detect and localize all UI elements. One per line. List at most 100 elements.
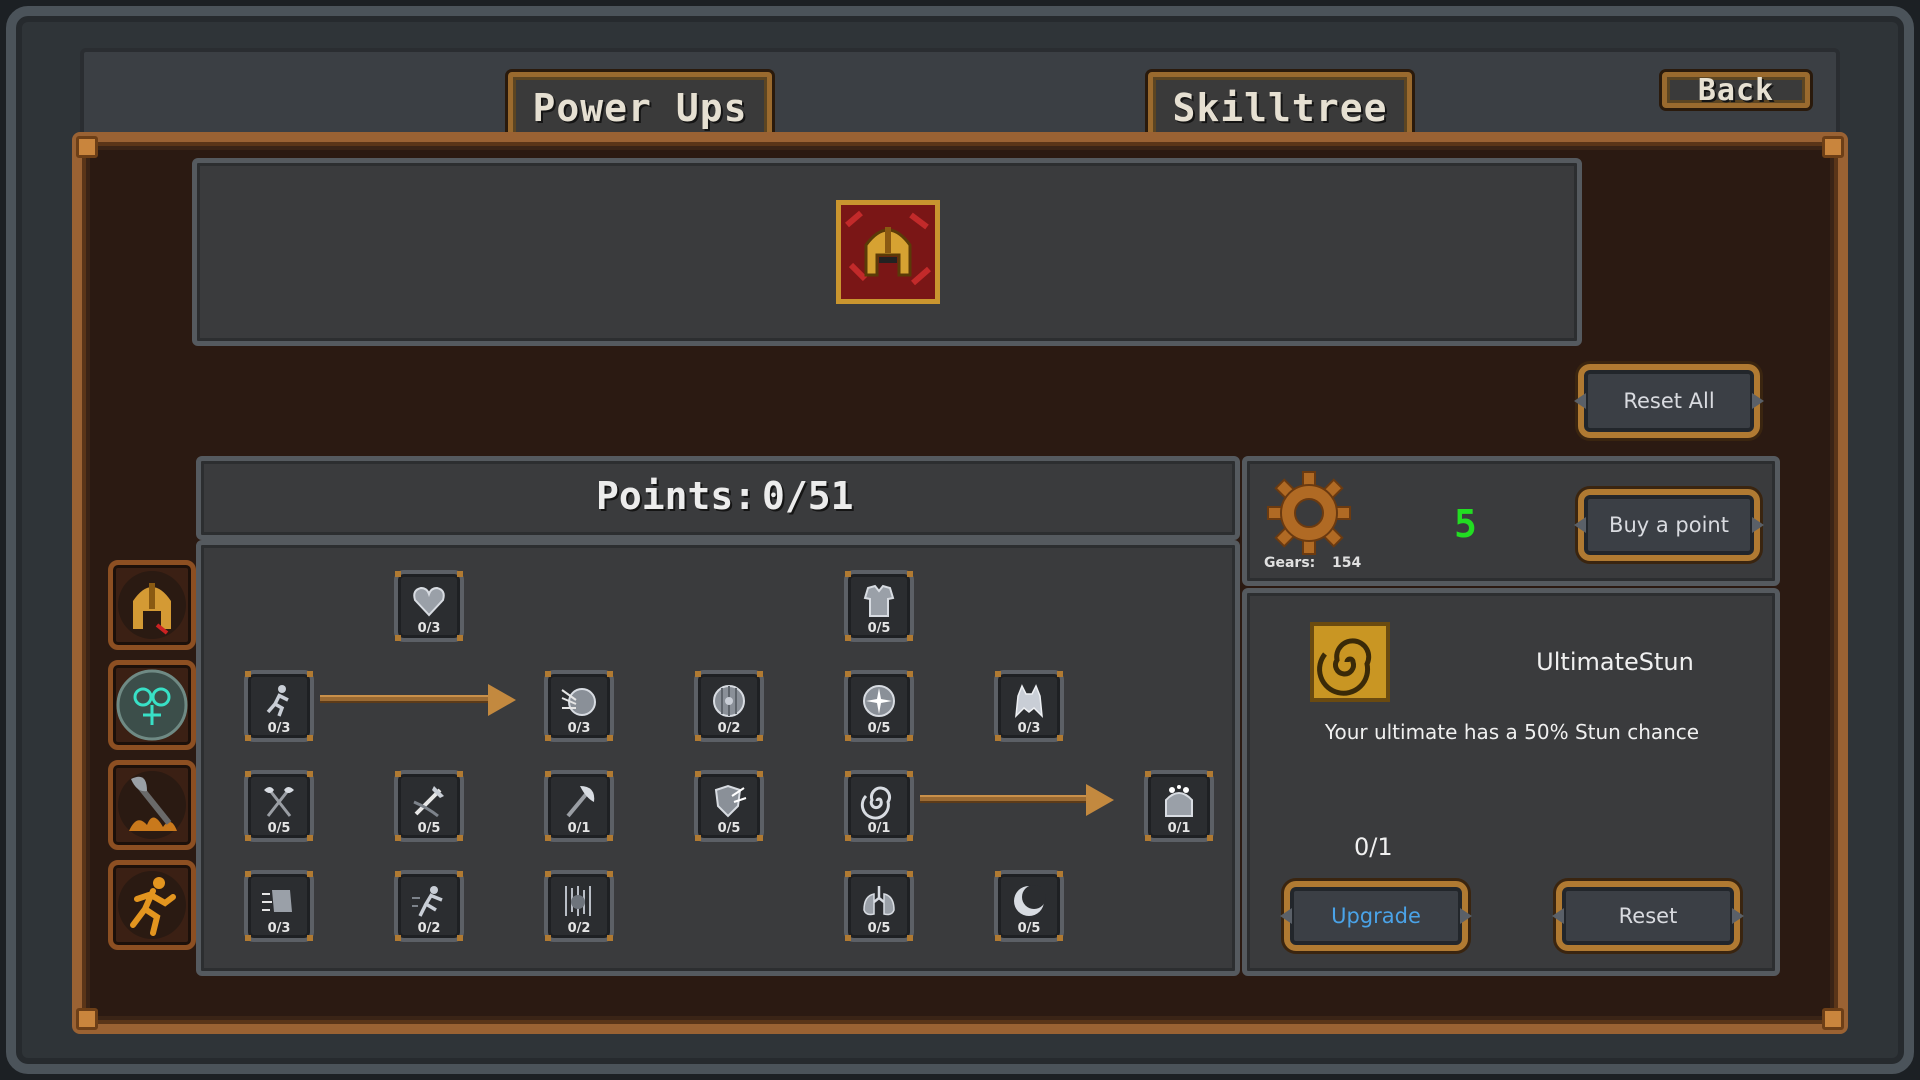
node-corner-stud — [395, 571, 401, 577]
node-corner-stud — [995, 735, 1001, 741]
node-corner-stud — [757, 771, 763, 777]
node-corner-stud — [545, 735, 551, 741]
node-corner-stud — [395, 935, 401, 941]
node-corner-stud — [1057, 735, 1063, 741]
node-corner-stud — [845, 571, 851, 577]
arrow-head — [1086, 784, 1114, 816]
skill-count: 0/3 — [417, 621, 441, 636]
node-corner-stud — [457, 871, 463, 877]
node-corner-stud — [307, 771, 313, 777]
skill-node[interactable]: 0/1 — [544, 770, 614, 842]
node-corner-stud — [607, 671, 613, 677]
category-helmet-icon[interactable] — [108, 560, 196, 650]
upgrade-button[interactable]: Upgrade — [1284, 881, 1468, 951]
lungs-icon — [863, 886, 895, 916]
rivet — [1822, 1008, 1844, 1030]
category-axe-fire-icon[interactable] — [108, 760, 196, 850]
node-corner-stud — [907, 635, 913, 641]
skill-count: 0/1 — [1167, 821, 1191, 836]
rivet — [76, 1008, 98, 1030]
helmet-icon — [836, 200, 940, 304]
node-corner-stud — [545, 935, 551, 941]
skill-node[interactable]: 0/1 — [1144, 770, 1214, 842]
skill-name: UltimateStun — [1536, 648, 1694, 676]
rivet — [76, 136, 98, 158]
category-rune-orb-icon[interactable] — [108, 660, 196, 750]
buy-point-button[interactable]: Buy a point — [1578, 489, 1760, 561]
node-corner-stud — [907, 871, 913, 877]
spiral-icon — [1310, 622, 1390, 702]
skill-node[interactable]: 0/5 — [694, 770, 764, 842]
skill-node[interactable]: 0/2 — [544, 870, 614, 942]
skill-count: 0/3 — [567, 721, 591, 736]
skill-count: 0/3 — [1017, 721, 1041, 736]
skill-node[interactable]: 0/3 — [394, 570, 464, 642]
skill-count: 0/1 — [567, 821, 591, 836]
rain-icon — [565, 886, 591, 916]
crescent-icon — [1014, 885, 1046, 916]
node-corner-stud — [457, 771, 463, 777]
node-corner-stud — [1207, 771, 1213, 777]
node-corner-stud — [1145, 771, 1151, 777]
node-corner-stud — [907, 835, 913, 841]
node-corner-stud — [695, 671, 701, 677]
node-corner-stud — [907, 771, 913, 777]
back-button[interactable]: Back — [1662, 72, 1810, 108]
skill-grid-panel — [196, 540, 1240, 976]
shield-arrows-icon — [561, 688, 596, 716]
node-corner-stud — [395, 635, 401, 641]
skill-node[interactable]: 0/3 — [244, 870, 314, 942]
node-corner-stud — [245, 835, 251, 841]
node-corner-stud — [395, 771, 401, 777]
skill-node[interactable]: 0/5 — [994, 870, 1064, 942]
skill-count: 0/5 — [867, 921, 891, 936]
skill-count: 0/5 — [417, 821, 441, 836]
node-corner-stud — [607, 835, 613, 841]
skill-node[interactable]: 0/3 — [544, 670, 614, 742]
skill-node[interactable]: 0/2 — [394, 870, 464, 942]
node-corner-stud — [545, 871, 551, 877]
reset-button[interactable]: Reset — [1556, 881, 1740, 951]
points-value: 0/51 — [762, 474, 854, 518]
node-corner-stud — [245, 735, 251, 741]
rivet — [1822, 136, 1844, 158]
skill-node[interactable]: 0/3 — [994, 670, 1064, 742]
node-corner-stud — [907, 671, 913, 677]
runner-icon — [266, 685, 289, 717]
node-corner-stud — [545, 835, 551, 841]
node-corner-stud — [995, 935, 1001, 941]
node-corner-stud — [1057, 935, 1063, 941]
node-corner-stud — [545, 671, 551, 677]
wolf-icon — [1015, 684, 1043, 719]
gear-icon — [1266, 470, 1352, 556]
skill-node[interactable]: 0/2 — [694, 670, 764, 742]
stunned-head-icon — [1165, 785, 1193, 817]
node-corner-stud — [307, 671, 313, 677]
skill-level: 0/1 — [1354, 833, 1393, 861]
node-corner-stud — [995, 871, 1001, 877]
skill-node[interactable]: 0/1 — [844, 770, 914, 842]
skill-count: 0/2 — [417, 921, 441, 936]
node-corner-stud — [607, 735, 613, 741]
node-corner-stud — [845, 735, 851, 741]
node-corner-stud — [695, 771, 701, 777]
category-running-man-icon[interactable] — [108, 860, 196, 950]
node-corner-stud — [845, 935, 851, 941]
skill-node[interactable]: 0/5 — [844, 570, 914, 642]
skill-count: 0/2 — [567, 921, 591, 936]
armor-icon — [863, 584, 895, 617]
skill-node[interactable]: 0/5 — [844, 870, 914, 942]
skill-count: 0/3 — [267, 921, 291, 936]
skill-node[interactable]: 0/5 — [844, 670, 914, 742]
node-corner-stud — [1145, 835, 1151, 841]
node-corner-stud — [1207, 835, 1213, 841]
heart-icon — [413, 586, 445, 617]
spiral-icon — [860, 786, 891, 820]
skill-node[interactable]: 0/3 — [244, 670, 314, 742]
skill-node[interactable]: 0/5 — [244, 770, 314, 842]
node-corner-stud — [307, 871, 313, 877]
node-corner-stud — [757, 835, 763, 841]
reset-all-button[interactable]: Reset All — [1578, 364, 1760, 438]
skill-node[interactable]: 0/5 — [394, 770, 464, 842]
node-corner-stud — [545, 771, 551, 777]
